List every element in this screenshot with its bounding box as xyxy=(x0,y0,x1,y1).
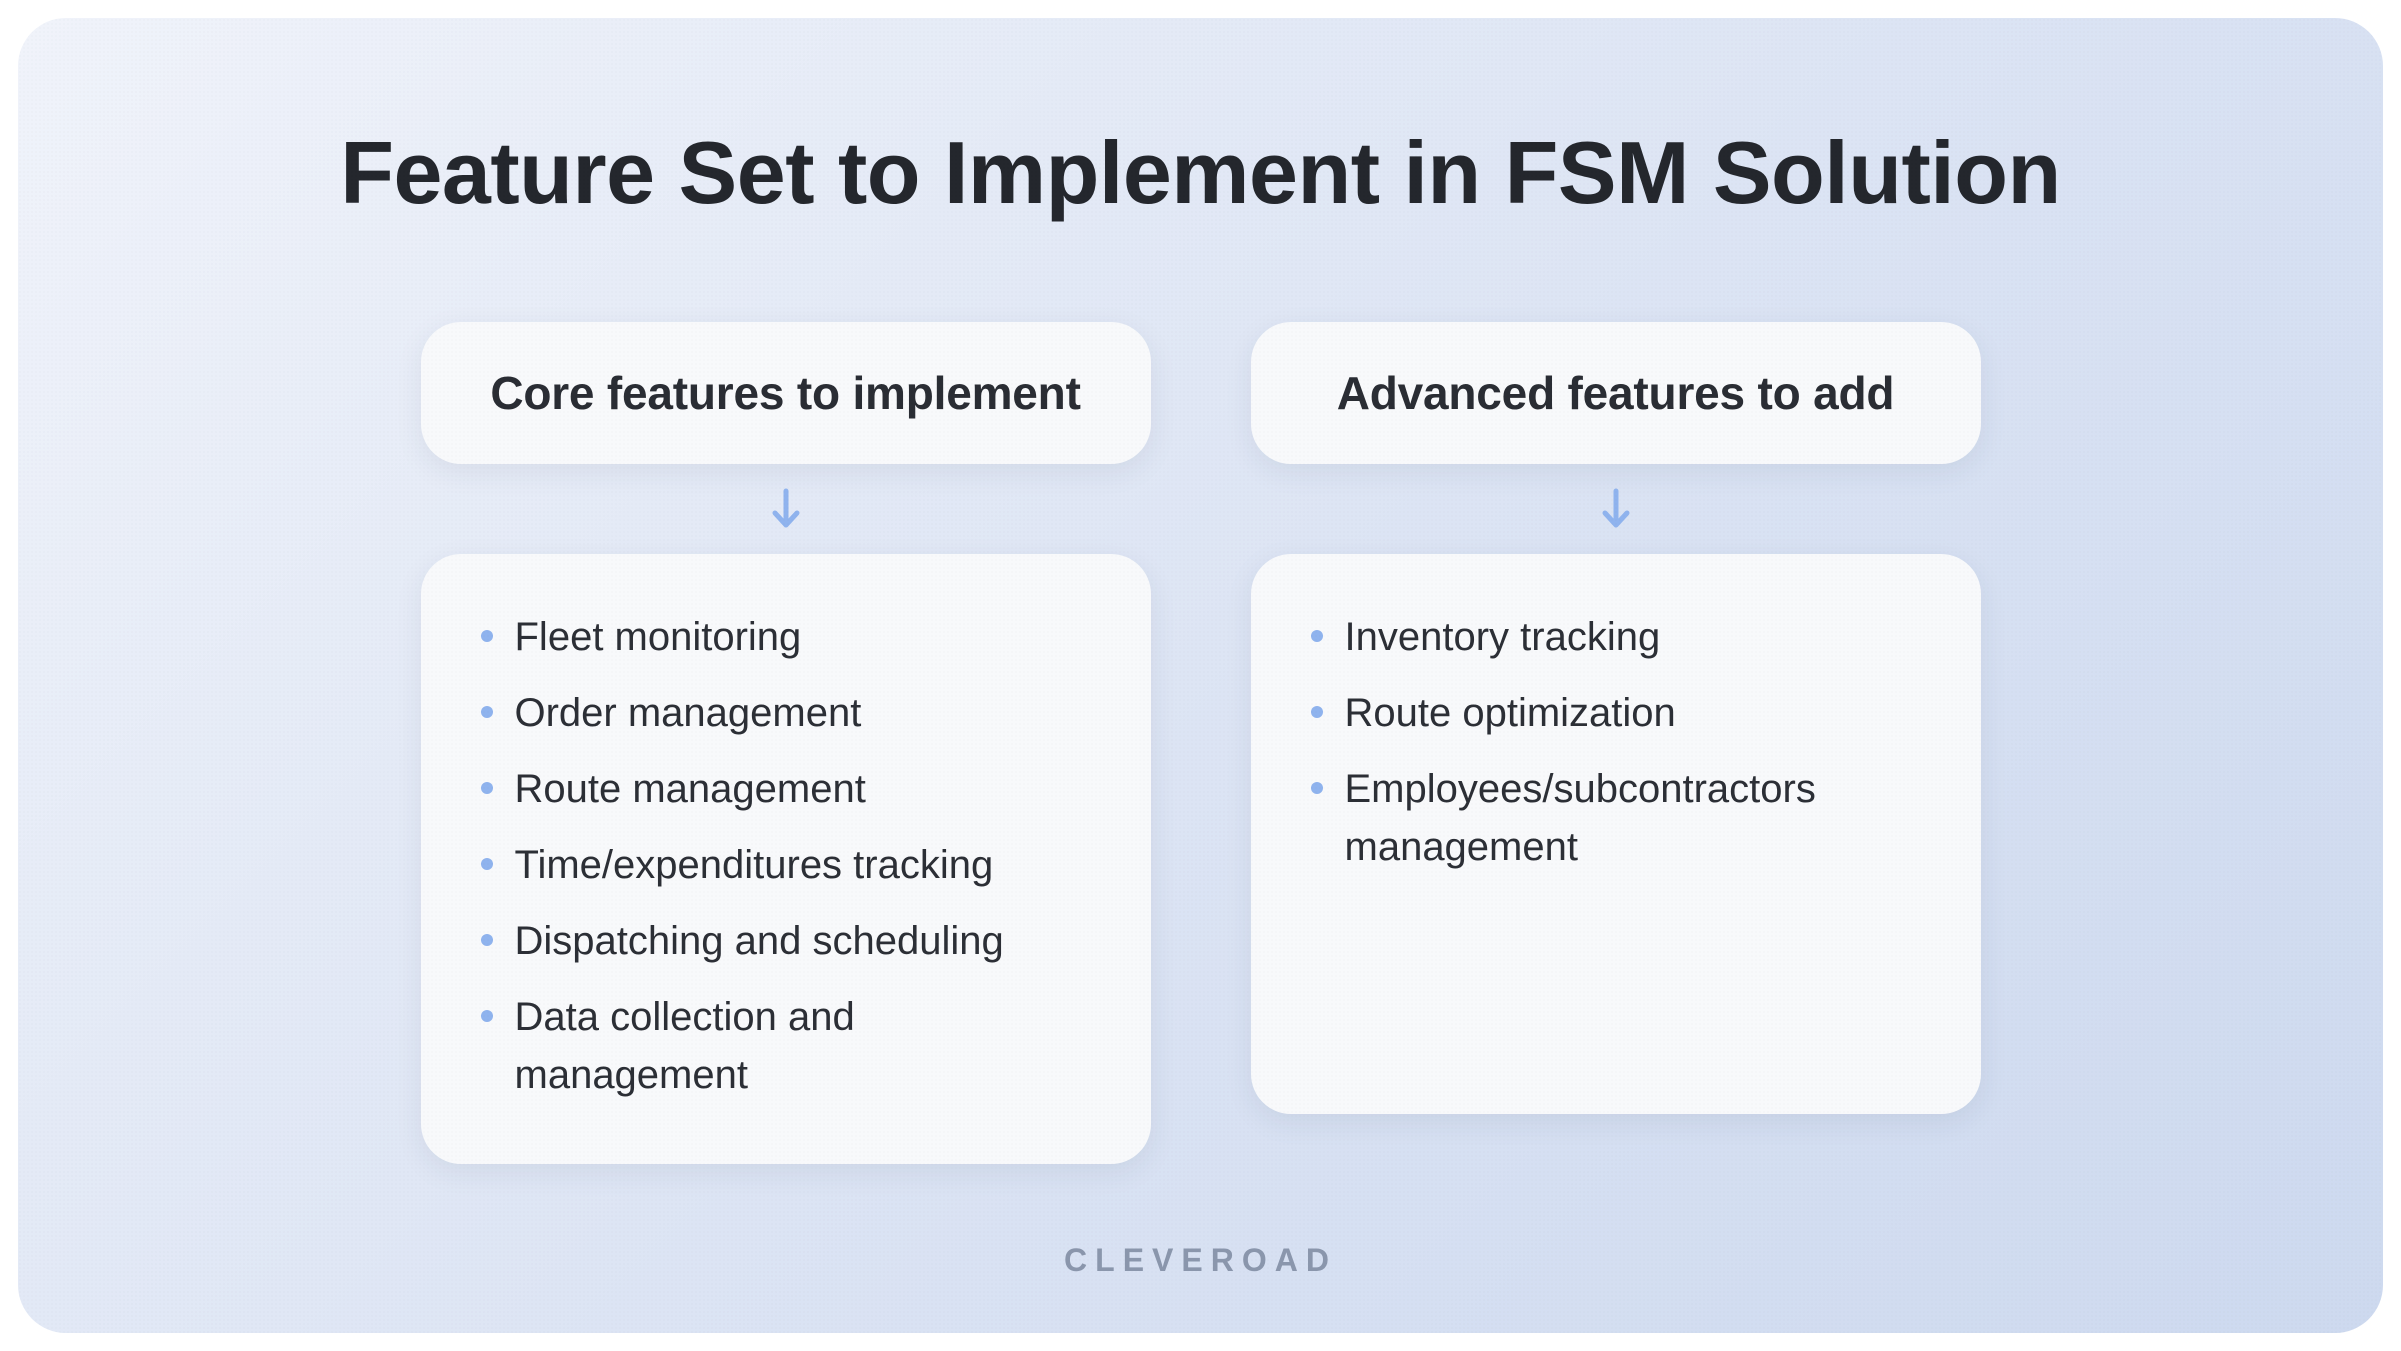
column-advanced: Advanced features to add Inventory track… xyxy=(1251,322,1981,1164)
arrow-down-icon xyxy=(1596,464,1636,554)
bullet-icon xyxy=(481,934,493,946)
list-item: Employees/subcontractors management xyxy=(1311,760,1921,876)
bullet-icon xyxy=(481,858,493,870)
feature-label: Inventory tracking xyxy=(1345,608,1921,666)
bullet-icon xyxy=(481,706,493,718)
bullet-icon xyxy=(481,630,493,642)
feature-label: Order management xyxy=(515,684,1091,742)
column-core: Core features to implement Fleet monitor… xyxy=(421,322,1151,1164)
list-item: Order management xyxy=(481,684,1091,742)
feature-label: Time/expenditures tracking xyxy=(515,836,1091,894)
bullet-icon xyxy=(1311,782,1323,794)
bullet-icon xyxy=(1311,706,1323,718)
feature-label: Route optimization xyxy=(1345,684,1921,742)
advanced-list-card: Inventory tracking Route optimization Em… xyxy=(1251,554,1981,1114)
feature-label: Dispatching and scheduling xyxy=(515,912,1091,970)
core-feature-list: Fleet monitoring Order management Route … xyxy=(481,608,1091,1104)
bullet-icon xyxy=(481,1010,493,1022)
columns-container: Core features to implement Fleet monitor… xyxy=(18,322,2383,1164)
feature-label: Fleet monitoring xyxy=(515,608,1091,666)
bullet-icon xyxy=(481,782,493,794)
arrow-down-icon xyxy=(766,464,806,554)
core-header-card: Core features to implement xyxy=(421,322,1151,464)
list-item: Time/expenditures tracking xyxy=(481,836,1091,894)
list-item: Fleet monitoring xyxy=(481,608,1091,666)
feature-label: Employees/subcontractors management xyxy=(1345,760,1921,876)
advanced-feature-list: Inventory tracking Route optimization Em… xyxy=(1311,608,1921,876)
slide-title: Feature Set to Implement in FSM Solution xyxy=(340,122,2061,224)
bullet-icon xyxy=(1311,630,1323,642)
brand-label: CLEVEROAD xyxy=(18,1242,2383,1279)
list-item: Data collection and management xyxy=(481,988,1091,1104)
list-item: Route optimization xyxy=(1311,684,1921,742)
core-list-card: Fleet monitoring Order management Route … xyxy=(421,554,1151,1164)
list-item: Route management xyxy=(481,760,1091,818)
core-header-label: Core features to implement xyxy=(481,366,1091,420)
list-item: Inventory tracking xyxy=(1311,608,1921,666)
slide: Feature Set to Implement in FSM Solution… xyxy=(18,18,2383,1333)
advanced-header-card: Advanced features to add xyxy=(1251,322,1981,464)
advanced-header-label: Advanced features to add xyxy=(1311,366,1921,420)
feature-label: Route management xyxy=(515,760,1091,818)
list-item: Dispatching and scheduling xyxy=(481,912,1091,970)
diagram-canvas: Feature Set to Implement in FSM Solution… xyxy=(0,0,2401,1351)
feature-label: Data collection and management xyxy=(515,988,1091,1104)
